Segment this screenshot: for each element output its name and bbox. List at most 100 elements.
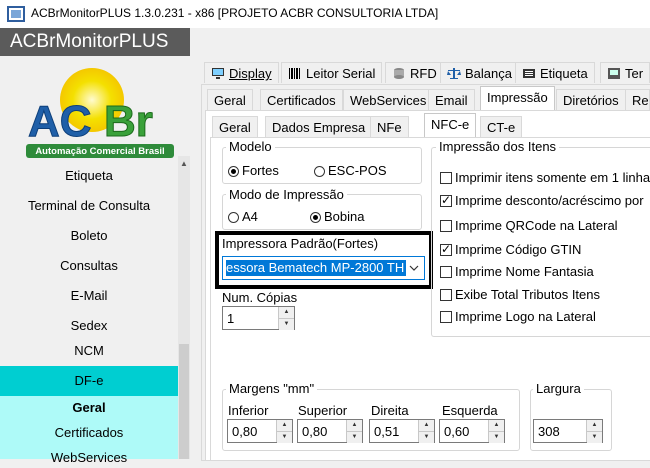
barcode-icon xyxy=(289,68,300,79)
tab-nfe[interactable]: NFe xyxy=(370,116,409,137)
sidebar-subitem-certificados[interactable]: Certificados xyxy=(0,423,178,443)
chk-logo-lateral-label: Imprime Logo na Lateral xyxy=(455,309,596,324)
modelo-radio-fortes[interactable]: Fortes xyxy=(228,163,279,178)
checkbox xyxy=(440,311,452,323)
largura-label: Largura xyxy=(533,381,584,396)
tab-cte[interactable]: CT-e xyxy=(480,116,523,137)
tab-rfd[interactable]: RFD xyxy=(385,62,444,83)
modo-bobina-label: Bobina xyxy=(324,209,365,224)
svg-text:Br: Br xyxy=(104,97,153,146)
sidebar-item-email[interactable]: E-Mail xyxy=(0,281,178,311)
spin-down-arrow-icon[interactable]: ▼ xyxy=(279,319,294,330)
margem-esquerda-label: Esquerda xyxy=(442,403,498,418)
sidebar: AC Br Automação Comercial Brasil Etiquet… xyxy=(0,56,190,465)
spin-down-arrow-icon[interactable]: ▼ xyxy=(489,432,504,443)
tab-dados-empresa[interactable]: Dados Empresa xyxy=(265,116,373,137)
largura-spin[interactable]: 308 ▲ ▼ xyxy=(533,419,603,443)
sidebar-item-boleto[interactable]: Boleto xyxy=(0,221,178,251)
modo-radio-bobina[interactable]: Bobina xyxy=(310,209,364,224)
margem-superior-spin[interactable]: 0,80 ▲ ▼ xyxy=(297,419,363,443)
checkbox xyxy=(440,220,452,232)
modelo-radio-escpos[interactable]: ESC-POS xyxy=(314,163,387,178)
chk-nome-fantasia[interactable]: Imprime Nome Fantasia xyxy=(440,264,594,279)
sidebar-item-dfe[interactable]: DF-e xyxy=(0,366,178,396)
svg-text:AC: AC xyxy=(28,97,92,146)
radio-dot-a4 xyxy=(228,212,239,223)
sidebar-item-consultas[interactable]: Consultas xyxy=(0,251,178,281)
tab-balanca-label: Balança xyxy=(465,66,512,81)
sidebar-item-ncm[interactable]: NCM xyxy=(0,336,178,366)
modo-impressao-legend: Modo de Impressão xyxy=(226,187,347,202)
spin-down-arrow-icon[interactable]: ▼ xyxy=(347,432,362,443)
chk-nome-fantasia-label: Imprime Nome Fantasia xyxy=(455,264,594,279)
window-titlebar: ACBrMonitorPLUS 1.3.0.231 - x86 [PROJETO… xyxy=(0,0,650,28)
tab-display-label: Display xyxy=(229,66,272,81)
margem-esquerda-spin[interactable]: 0,60 ▲ ▼ xyxy=(439,419,505,443)
sidebar-item-etiqueta[interactable]: Etiqueta xyxy=(0,161,178,191)
tab-certificados[interactable]: Certificados xyxy=(260,89,343,110)
num-copias-spin[interactable]: 1 ▲ ▼ xyxy=(222,306,295,330)
checkbox-checked xyxy=(440,242,452,256)
checkbox xyxy=(440,266,452,278)
sidebar-item-terminal-consulta[interactable]: Terminal de Consulta xyxy=(0,191,178,221)
tab-geral[interactable]: Geral xyxy=(207,89,253,110)
spin-up-arrow-icon[interactable]: ▲ xyxy=(587,420,602,432)
impressao-itens-legend: Impressão dos Itens xyxy=(436,139,560,154)
chk-total-tributos-label: Exibe Total Tributos Itens xyxy=(455,287,601,302)
app-icon xyxy=(7,6,25,22)
tab-balanca[interactable]: Balança xyxy=(440,62,519,83)
chevron-down-icon[interactable] xyxy=(409,264,419,272)
tab-etiqueta[interactable]: Etiqueta xyxy=(515,62,595,83)
radio-dot-bobina xyxy=(310,212,321,223)
spin-up-arrow-icon[interactable]: ▲ xyxy=(277,420,292,432)
margem-inferior-label: Inferior xyxy=(228,403,269,418)
terminal-icon xyxy=(608,68,620,79)
tab-etiqueta-label: Etiqueta xyxy=(540,66,588,81)
tab-nfce[interactable]: NFC-e xyxy=(424,113,477,137)
spin-up-arrow-icon[interactable]: ▲ xyxy=(279,307,294,319)
tab-res[interactable]: Res xyxy=(625,89,650,110)
checkbox xyxy=(440,289,452,301)
svg-text:Automação Comercial Brasil: Automação Comercial Brasil xyxy=(35,146,164,157)
sidebar-subitem-webservices[interactable]: WebServices xyxy=(0,448,178,468)
margem-direita-label: Direita xyxy=(371,403,409,418)
sidebar-scrollbar-thumb[interactable] xyxy=(179,344,189,459)
spin-up-arrow-icon[interactable]: ▲ xyxy=(419,420,434,432)
tab-terminal-label: Ter xyxy=(625,66,644,81)
modo-radio-a4[interactable]: A4 xyxy=(228,209,258,224)
tab-impressao[interactable]: Impressão xyxy=(480,86,555,110)
chk-qrcode-lateral[interactable]: Imprime QRCode na Lateral xyxy=(440,218,618,233)
tab-terminal[interactable]: Ter xyxy=(600,62,650,83)
spin-down-arrow-icon[interactable]: ▼ xyxy=(587,432,602,443)
tab-diretorios[interactable]: Diretórios xyxy=(556,89,626,110)
chk-itens-1-linha[interactable]: Imprimir itens somente em 1 linha xyxy=(440,170,650,185)
app-name-banner: ACBrMonitorPLUS xyxy=(0,28,190,56)
spin-down-arrow-icon[interactable]: ▼ xyxy=(419,432,434,443)
tab-display[interactable]: Display xyxy=(204,62,279,83)
scale-icon xyxy=(447,68,461,79)
margem-direita-spin[interactable]: 0,51 ▲ ▼ xyxy=(369,419,435,443)
scroll-up-arrow-icon[interactable]: ▲ xyxy=(178,156,190,172)
chk-desconto-label: Imprime desconto/acréscimo por xyxy=(455,193,644,208)
spin-up-arrow-icon[interactable]: ▲ xyxy=(347,420,362,432)
checkbox xyxy=(440,172,452,184)
impressora-combobox[interactable]: essora Bematech MP-2800 TH xyxy=(222,256,425,280)
modelo-legend: Modelo xyxy=(226,139,275,154)
spin-up-arrow-icon[interactable]: ▲ xyxy=(489,420,504,432)
sidebar-subitem-geral[interactable]: Geral xyxy=(0,398,178,418)
chk-codigo-gtin[interactable]: Imprime Código GTIN xyxy=(440,242,581,257)
tab-email[interactable]: Email xyxy=(428,89,475,110)
margem-inferior-spin[interactable]: 0,80 ▲ ▼ xyxy=(227,419,293,443)
margem-inferior-value: 0,80 xyxy=(232,424,258,439)
tab-geral-impressao[interactable]: Geral xyxy=(212,116,258,137)
chk-logo-lateral[interactable]: Imprime Logo na Lateral xyxy=(440,309,596,324)
tab-webservices[interactable]: WebServices xyxy=(343,89,434,110)
modelo-escpos-label: ESC-POS xyxy=(328,163,387,178)
chk-total-tributos[interactable]: Exibe Total Tributos Itens xyxy=(440,287,600,302)
tab-leitor-serial[interactable]: Leitor Serial xyxy=(281,62,383,83)
acbr-logo: AC Br Automação Comercial Brasil xyxy=(26,68,174,158)
chk-desconto-acrescimo[interactable]: Imprime desconto/acréscimo por xyxy=(440,193,644,208)
database-icon xyxy=(394,68,404,79)
spin-down-arrow-icon[interactable]: ▼ xyxy=(277,432,292,443)
margem-superior-label: Superior xyxy=(298,403,348,418)
